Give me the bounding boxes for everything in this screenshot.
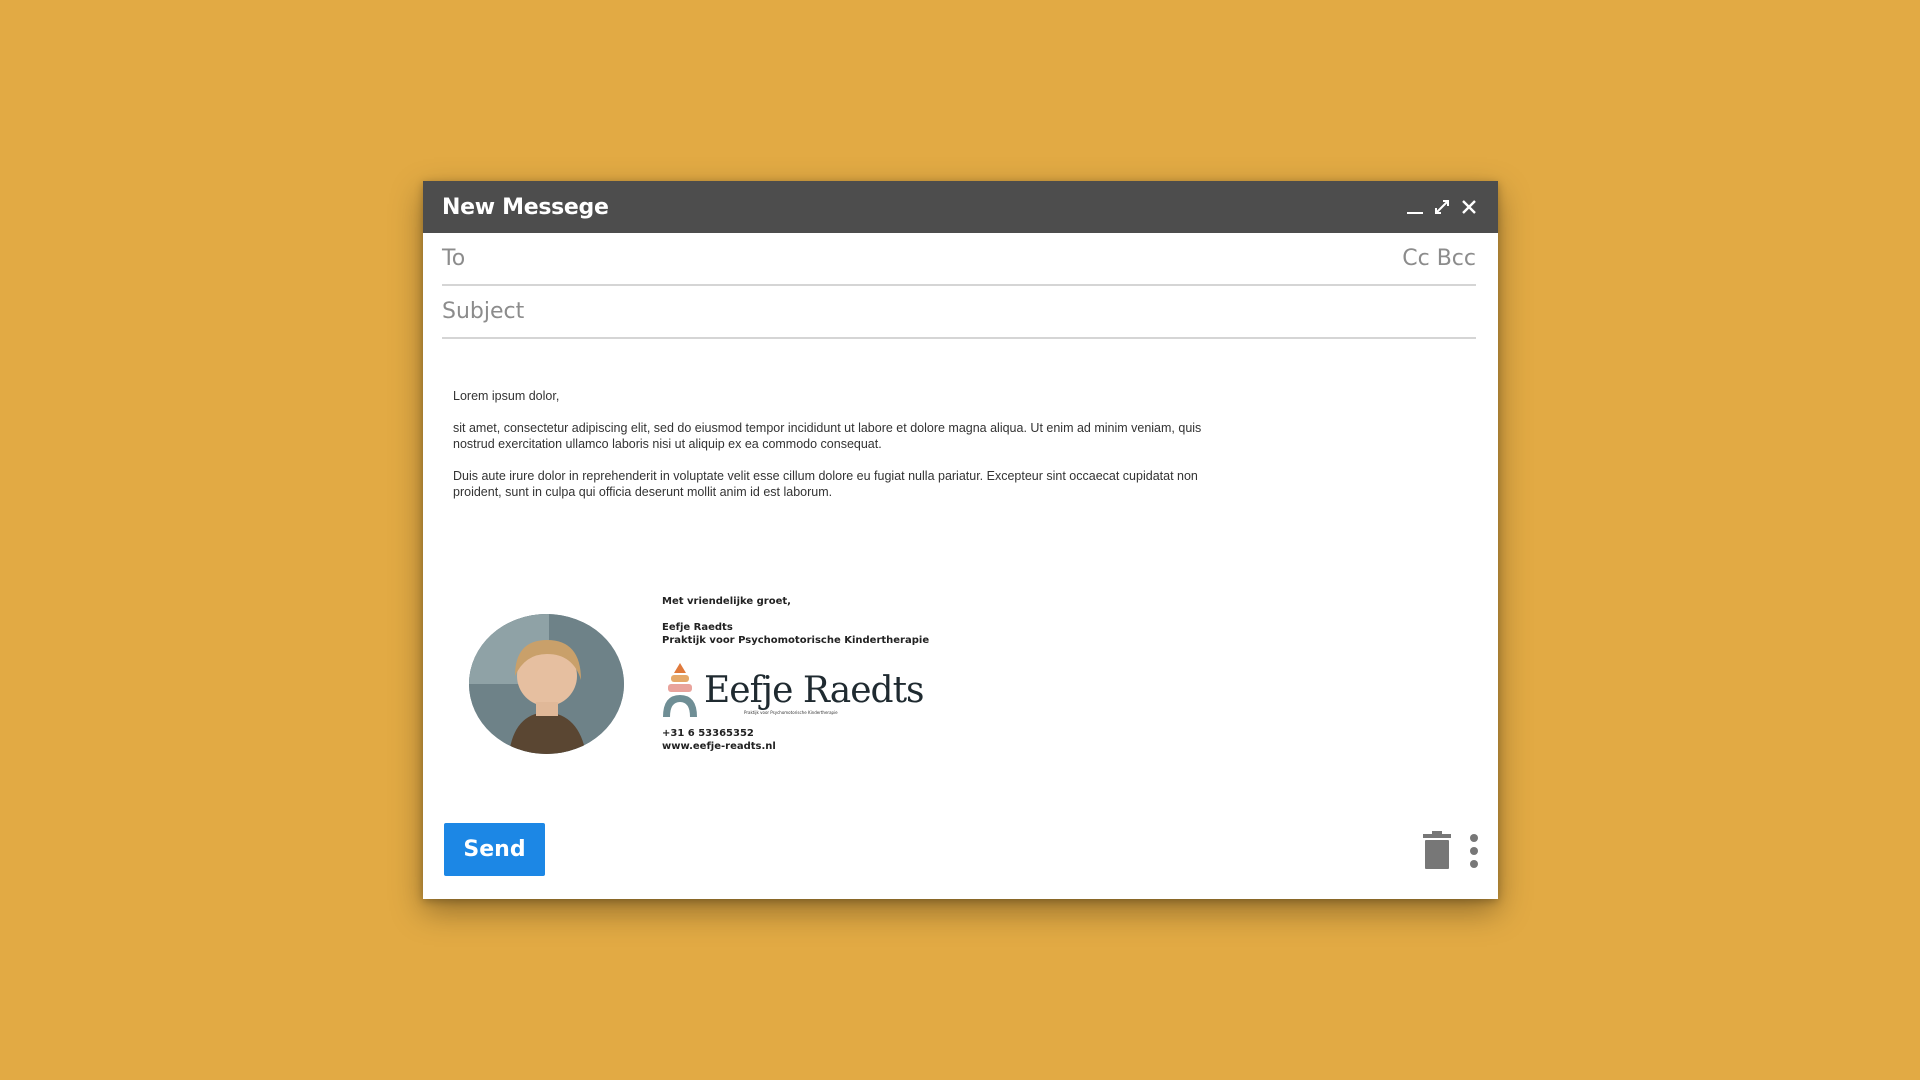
compose-window: New Messege To Cc Bcc Subject Lorem ipsu… — [423, 181, 1498, 899]
logo-name: Eefje Raedts — [704, 670, 925, 711]
practice-logo: Eefje Raedts Praktijk voor Psychomotoris… — [662, 659, 929, 719]
trash-icon[interactable] — [1423, 831, 1451, 869]
signature-block: Met vriendelijke groet, Eefje Raedts Pra… — [662, 595, 929, 753]
body-greeting: Lorem ipsum dolor, — [453, 389, 560, 403]
send-button[interactable]: Send — [444, 823, 545, 876]
more-options-icon[interactable] — [1469, 833, 1479, 869]
signature-closing: Met vriendelijke groet, — [662, 596, 791, 607]
signature-website[interactable]: www.eefje-readts.nl — [662, 740, 929, 753]
signature-contact: +31 6 53365352 www.eefje-readts.nl — [662, 727, 929, 753]
to-field[interactable]: To Cc Bcc — [442, 233, 1476, 286]
subject-field[interactable]: Subject — [442, 286, 1476, 339]
body-paragraph: Duis aute irure dolor in reprehenderit i… — [453, 469, 1198, 499]
to-label: To — [442, 246, 466, 271]
expand-icon[interactable] — [1433, 198, 1451, 216]
signature-photo — [469, 614, 624, 754]
title-bar: New Messege — [423, 181, 1498, 233]
window-controls — [1406, 198, 1478, 216]
cc-bcc-button[interactable]: Cc Bcc — [1402, 246, 1476, 271]
logo-mark-icon — [663, 663, 697, 717]
close-icon[interactable] — [1460, 198, 1478, 216]
subject-label: Subject — [442, 299, 525, 324]
window-title: New Messege — [442, 194, 609, 220]
signature-name: Eefje Raedts — [662, 622, 733, 633]
body-paragraph: sit amet, consectetur adipiscing elit, s… — [453, 421, 1202, 451]
message-body[interactable]: Lorem ipsum dolor, sit amet, consectetur… — [453, 388, 1213, 516]
signature-phone: +31 6 53365352 — [662, 728, 754, 739]
minimize-icon[interactable] — [1406, 198, 1424, 216]
signature-practice: Praktijk voor Psychomotorische Kinderthe… — [662, 635, 930, 646]
